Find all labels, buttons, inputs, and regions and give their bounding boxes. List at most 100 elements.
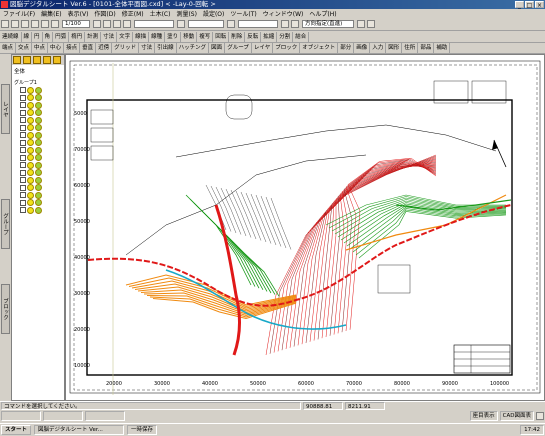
lightbulb-icon[interactable] [35,176,42,184]
lightbulb-icon[interactable] [27,199,34,207]
lightbulb-icon[interactable] [35,169,42,177]
minimize-button[interactable]: _ [515,1,524,9]
snap-command-8[interactable]: 寸法 [139,43,156,53]
lightbulb-icon[interactable] [35,131,42,139]
draw-command-3[interactable]: 角 [43,31,54,42]
layer-visible-checkbox[interactable] [20,87,26,94]
lightbulb-icon[interactable] [35,161,42,169]
snap-command-22[interactable]: 補助 [434,43,451,53]
layer-row[interactable] [14,86,64,95]
layer-visible-checkbox[interactable] [20,184,26,191]
draw-command-14[interactable]: 回転 [213,31,230,42]
menu-item-6[interactable]: 測量(S) [173,9,200,18]
menu-item-7[interactable]: 設定(O) [200,9,227,18]
layer-visible-checkbox[interactable] [20,139,26,146]
lightbulb-icon[interactable] [27,131,34,139]
snap-command-1[interactable]: 交点 [16,43,33,53]
lightbulb-icon[interactable] [35,154,42,162]
side-tab-block[interactable]: ブロック [1,284,10,334]
print-icon[interactable] [31,20,39,28]
lightbulb-icon[interactable] [35,116,42,124]
layer-row[interactable] [14,184,64,192]
lightbulb-icon[interactable] [35,206,42,214]
lightbulb-icon[interactable] [27,206,34,214]
draw-command-17[interactable]: 拡縮 [261,31,278,42]
lock-icon[interactable] [536,412,544,420]
snap-command-9[interactable]: 引出線 [155,43,177,53]
layer-visible-checkbox[interactable] [20,162,26,169]
layer-row[interactable] [14,176,64,185]
maximize-button[interactable]: □ [525,1,534,9]
layer-down-icon[interactable] [43,56,51,64]
snap-icon[interactable] [291,20,299,28]
draw-command-16[interactable]: 反転 [245,31,262,42]
lightbulb-icon[interactable] [35,94,42,102]
menu-item-10[interactable]: ヘルプ(H) [306,9,339,18]
lightbulb-icon[interactable] [27,116,34,124]
linewidth-icon[interactable] [227,20,235,28]
draw-command-8[interactable]: 文字 [117,31,134,42]
snap-command-16[interactable]: 部分 [338,43,355,53]
layer-row[interactable] [14,124,64,132]
layer-row[interactable] [14,94,64,102]
layer-visible-checkbox[interactable] [20,132,26,139]
lightbulb-icon[interactable] [35,109,42,117]
layer-visible-checkbox[interactable] [20,207,26,214]
layer-row[interactable] [14,131,64,140]
lightbulb-icon[interactable] [35,86,42,94]
snap-command-11[interactable]: 図面 [209,43,226,53]
lightbulb-icon[interactable] [35,184,42,192]
lightbulb-icon[interactable] [27,86,34,94]
taskbar-other[interactable]: 一時保存 [127,425,158,435]
draw-command-13[interactable]: 複写 [197,31,214,42]
snap-command-4[interactable]: 接点 [64,43,81,53]
layer-select[interactable] [134,20,174,28]
lightbulb-icon[interactable] [27,154,34,162]
layer-row[interactable] [14,199,64,207]
snap-command-6[interactable]: 近傍 [96,43,113,53]
layer-row[interactable] [14,169,64,177]
tree-group[interactable]: グループ1 [14,79,64,87]
draw-command-9[interactable]: 線描 [133,31,150,42]
snap-command-5[interactable]: 垂直 [80,43,97,53]
layer-visible-checkbox[interactable] [20,169,26,176]
grid-icon[interactable] [281,20,289,28]
start-button[interactable]: スタート [1,425,32,435]
layer-visible-checkbox[interactable] [20,199,26,206]
lightbulb-icon[interactable] [35,124,42,132]
layer-add-icon[interactable] [13,56,21,64]
menu-item-3[interactable]: 作図(D) [91,9,118,18]
app-icon[interactable] [1,1,8,8]
save-icon[interactable] [21,20,29,28]
layer-row[interactable] [14,109,64,117]
side-tab-group[interactable]: グループ [1,199,10,249]
draw-command-12[interactable]: 移動 [181,31,198,42]
layer-row[interactable] [14,146,64,155]
layer-row[interactable] [14,161,64,170]
snap-command-21[interactable]: 部品 [418,43,435,53]
lightbulb-icon[interactable] [35,139,42,147]
open-icon[interactable] [11,20,19,28]
lightbulb-icon[interactable] [35,101,42,109]
lightbulb-icon[interactable] [27,124,34,132]
lightbulb-icon[interactable] [27,176,34,184]
pan-icon[interactable] [123,20,131,28]
draw-command-6[interactable]: 計測 [85,31,102,42]
snap-command-15[interactable]: オブジェクト [300,43,339,53]
lightbulb-icon[interactable] [35,199,42,207]
linetype-select[interactable] [188,20,224,28]
layer-visible-checkbox[interactable] [20,117,26,124]
draw-command-15[interactable]: 削除 [229,31,246,42]
layer-visible-checkbox[interactable] [20,147,26,154]
redo-icon[interactable] [51,20,59,28]
layer-prop-icon[interactable] [53,56,61,64]
zoom-in-icon[interactable] [93,20,101,28]
draw-command-18[interactable]: 分割 [277,31,294,42]
lightbulb-icon[interactable] [27,169,34,177]
side-tab-layer[interactable]: レイヤ [1,84,10,134]
zoom-fit-icon[interactable] [113,20,121,28]
lightbulb-icon[interactable] [35,146,42,154]
lineweight-select[interactable] [238,20,278,28]
menu-item-0[interactable]: ファイル(F) [0,9,38,18]
layer-visible-checkbox[interactable] [20,192,26,199]
